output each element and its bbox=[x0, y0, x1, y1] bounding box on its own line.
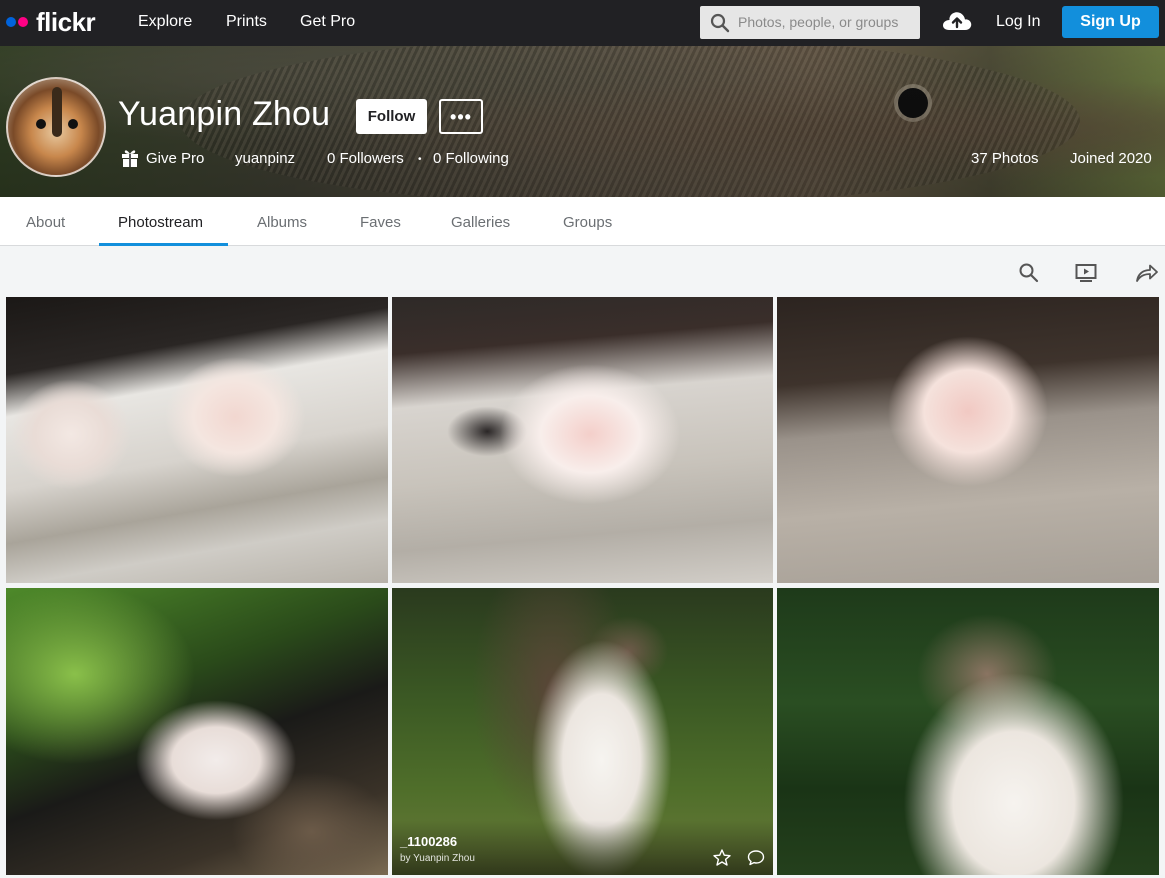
slideshow-icon[interactable] bbox=[1075, 262, 1097, 283]
tab-albums[interactable]: Albums bbox=[257, 214, 307, 231]
photo-tile[interactable] bbox=[392, 297, 773, 583]
logo-pink-dot bbox=[18, 17, 28, 27]
ellipsis-icon: ••• bbox=[450, 106, 472, 127]
search-icon bbox=[710, 13, 730, 33]
login-link[interactable]: Log In bbox=[996, 13, 1040, 31]
profile-tabs: About Photostream Albums Faves Galleries… bbox=[0, 197, 1165, 246]
photo-tile[interactable] bbox=[777, 588, 1159, 875]
search-box bbox=[700, 6, 920, 39]
tab-galleries[interactable]: Galleries bbox=[451, 214, 510, 231]
gift-icon[interactable] bbox=[121, 148, 139, 168]
profile-name: Yuanpin Zhou bbox=[118, 95, 331, 133]
nav-explore[interactable]: Explore bbox=[138, 13, 192, 31]
give-pro-link[interactable]: Give Pro bbox=[146, 150, 204, 167]
photo-byline[interactable]: by Yuanpin Zhou bbox=[400, 853, 475, 864]
photo-tile[interactable] bbox=[6, 297, 388, 583]
flickr-logo[interactable]: flickr bbox=[6, 6, 96, 37]
tab-photostream[interactable]: Photostream bbox=[118, 214, 203, 231]
photo-title[interactable]: _1100286 bbox=[400, 834, 457, 849]
following-count[interactable]: 0 Following bbox=[433, 150, 509, 167]
joined-date: Joined 2020 bbox=[1070, 150, 1152, 167]
nav-prints[interactable]: Prints bbox=[226, 13, 267, 31]
upload-cloud-icon[interactable] bbox=[941, 8, 973, 34]
active-tab-indicator bbox=[99, 243, 228, 246]
more-options-button[interactable]: ••• bbox=[439, 99, 483, 134]
search-input[interactable] bbox=[738, 12, 913, 32]
search-icon[interactable] bbox=[1018, 262, 1039, 283]
followers-count[interactable]: 0 Followers bbox=[327, 150, 404, 167]
nav-get-pro[interactable]: Get Pro bbox=[300, 13, 355, 31]
signup-button[interactable]: Sign Up bbox=[1062, 6, 1159, 38]
avatar-eye-left bbox=[36, 119, 46, 129]
star-fave-icon[interactable] bbox=[713, 849, 731, 866]
meta-separator: • bbox=[418, 154, 422, 165]
tab-faves[interactable]: Faves bbox=[360, 214, 401, 231]
share-icon[interactable] bbox=[1135, 262, 1159, 283]
avatar[interactable] bbox=[6, 77, 106, 177]
avatar-eye-right bbox=[68, 119, 78, 129]
tab-groups[interactable]: Groups bbox=[563, 214, 612, 231]
top-nav: flickr Explore Prints Get Pro Log In Sig… bbox=[0, 0, 1165, 46]
profile-handle: yuanpinz bbox=[235, 150, 296, 167]
logo-blue-dot bbox=[6, 17, 16, 27]
photos-count: 37 Photos bbox=[971, 150, 1039, 167]
follow-button[interactable]: Follow bbox=[356, 99, 427, 134]
tab-about[interactable]: About bbox=[26, 214, 65, 231]
photo-tile[interactable] bbox=[6, 588, 388, 875]
logo-text: flickr bbox=[36, 6, 96, 37]
photo-tile[interactable] bbox=[777, 297, 1159, 583]
avatar-stripe bbox=[52, 87, 62, 137]
comment-icon[interactable] bbox=[747, 849, 765, 866]
